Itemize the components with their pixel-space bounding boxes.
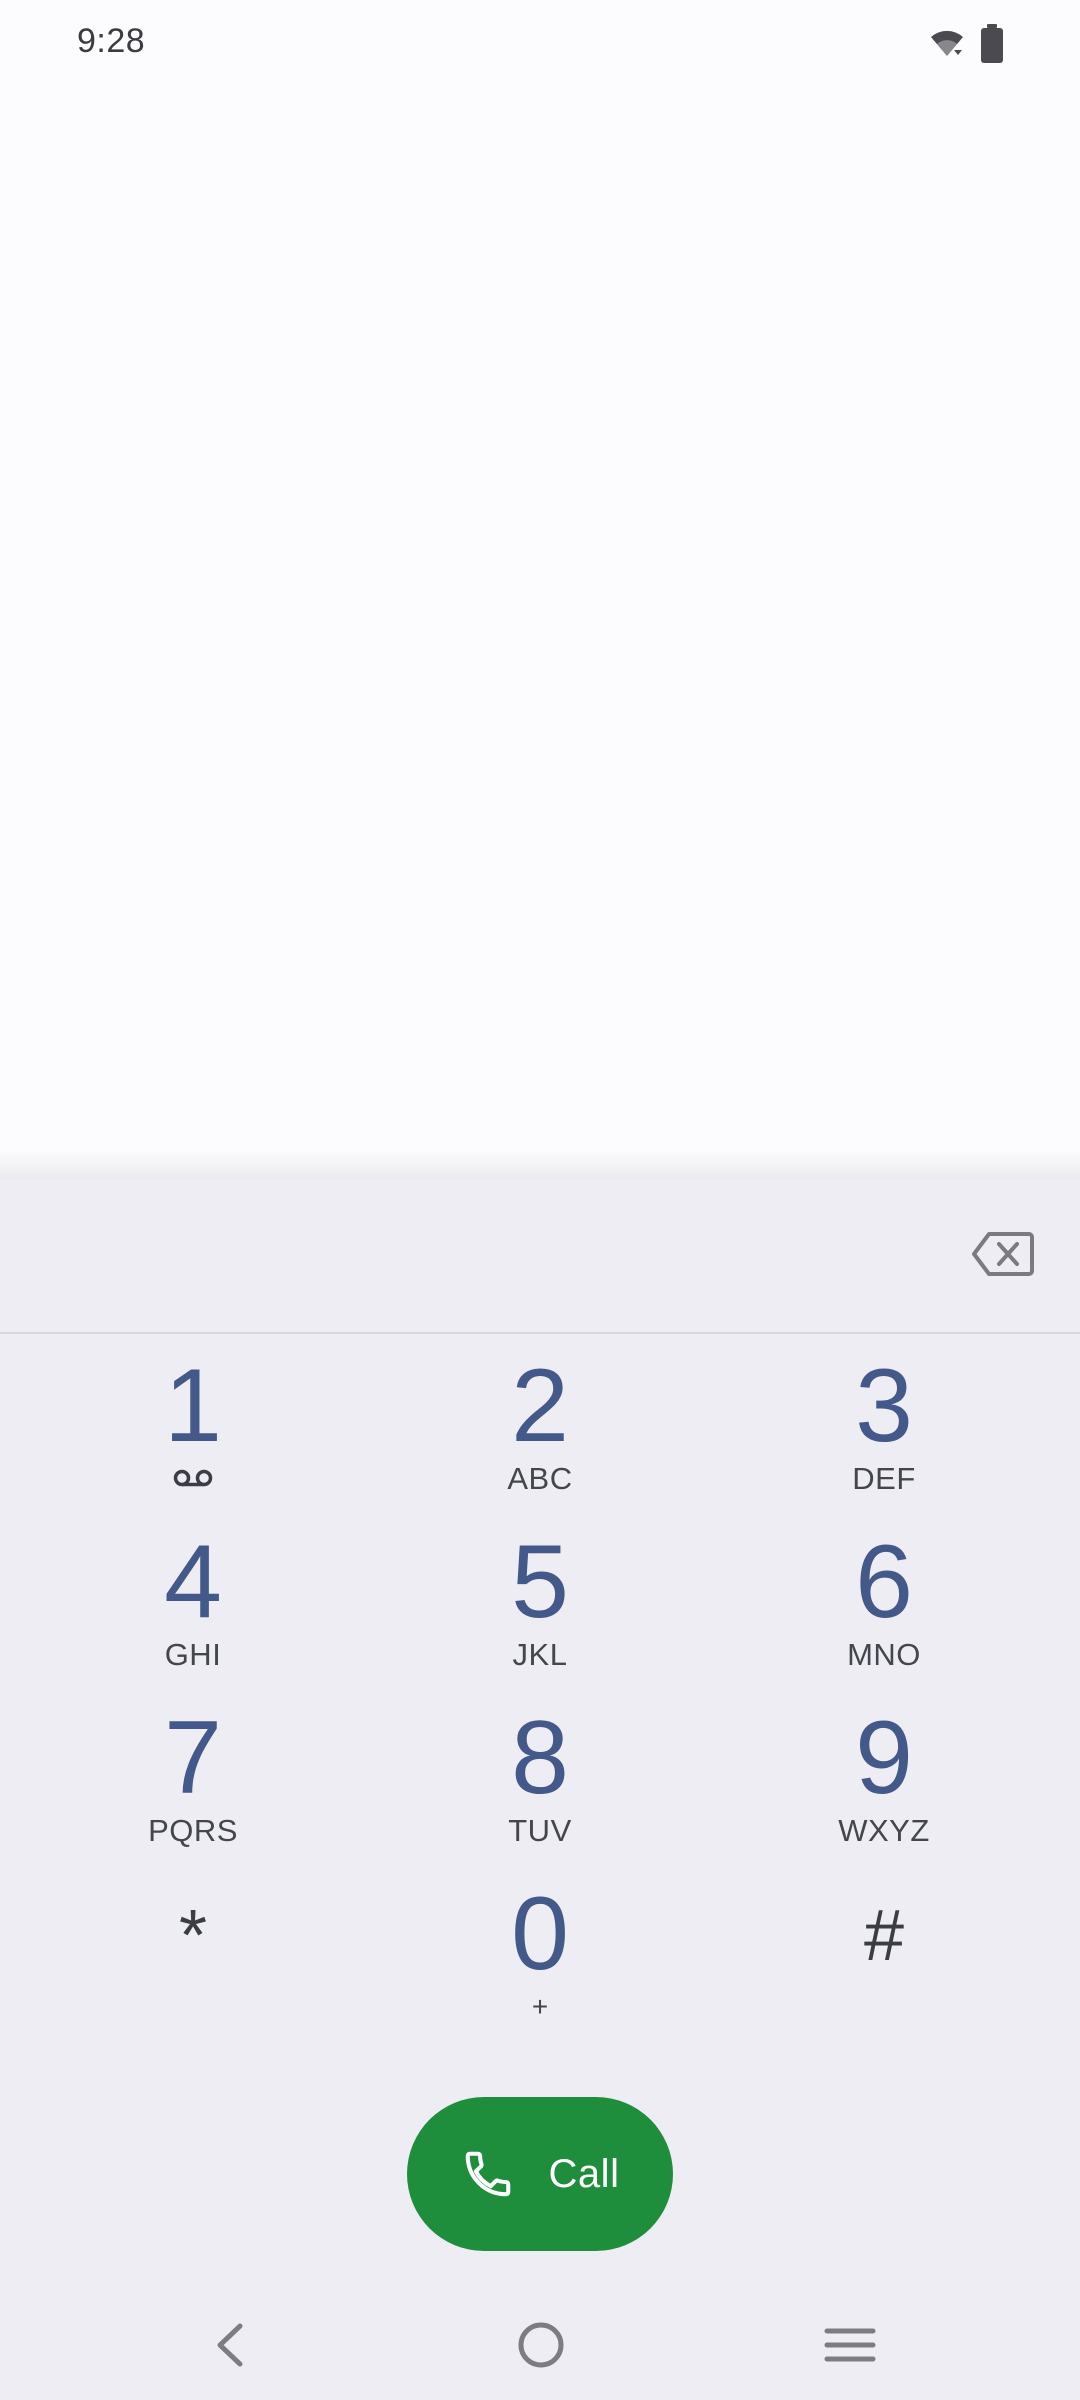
key-digit: 7 <box>164 1700 222 1816</box>
key-digit: 8 <box>511 1700 569 1816</box>
key-digit: # <box>863 1896 905 1976</box>
key-8[interactable]: 8 TUV <box>410 1706 670 1866</box>
backspace-button[interactable] <box>968 1226 1038 1282</box>
key-2[interactable]: 2 ABC <box>410 1354 670 1514</box>
key-digit: 9 <box>855 1700 913 1816</box>
key-6[interactable]: 6 MNO <box>754 1530 1014 1690</box>
key-star[interactable]: * <box>63 1882 323 2042</box>
key-1[interactable]: 1 <box>63 1354 323 1514</box>
key-4[interactable]: 4 GHI <box>63 1530 323 1690</box>
back-icon[interactable] <box>210 2320 250 2370</box>
key-digit: 5 <box>511 1524 569 1640</box>
key-digit: 2 <box>511 1348 569 1464</box>
key-letters: ABC <box>507 1461 573 1496</box>
key-9[interactable]: 9 WXYZ <box>754 1706 1014 1866</box>
voicemail-icon <box>173 1469 213 1487</box>
key-letters: PQRS <box>148 1813 238 1848</box>
key-hash[interactable]: # <box>754 1882 1014 2042</box>
navigation-bar <box>0 2280 1080 2400</box>
key-digit: 4 <box>164 1524 222 1640</box>
call-button[interactable]: Call <box>407 2097 673 2251</box>
key-digit: * <box>178 1896 208 1976</box>
dialer-screen: 9:28 1 2 ABC 3 DEF 4 GHI 5 JKL 6 MNO 7 P… <box>0 0 1080 2400</box>
phone-icon <box>465 2151 510 2197</box>
key-letters: + <box>531 1991 549 2022</box>
keypad: 1 2 ABC 3 DEF 4 GHI 5 JKL 6 MNO 7 PQRS 8… <box>0 1334 1080 2214</box>
key-3[interactable]: 3 DEF <box>754 1354 1014 1514</box>
menu-icon[interactable] <box>824 2325 876 2365</box>
key-letters: TUV <box>508 1813 572 1848</box>
key-letters: JKL <box>512 1637 568 1672</box>
backspace-icon <box>972 1232 1034 1276</box>
key-5[interactable]: 5 JKL <box>410 1530 670 1690</box>
key-letters: MNO <box>847 1637 921 1672</box>
key-7[interactable]: 7 PQRS <box>63 1706 323 1866</box>
key-digit: 6 <box>855 1524 913 1640</box>
key-letters: DEF <box>852 1461 916 1496</box>
dialed-number-field[interactable] <box>0 1180 1080 1334</box>
panel-shadow <box>0 1150 1080 1180</box>
status-bar: 9:28 <box>0 0 1080 90</box>
key-letters: WXYZ <box>838 1813 930 1848</box>
key-digit: 0 <box>511 1876 569 1992</box>
wifi-icon <box>931 30 963 56</box>
battery-icon <box>981 24 1003 63</box>
call-label: Call <box>548 2151 620 2196</box>
status-time: 9:28 <box>77 22 146 60</box>
key-letters: GHI <box>164 1637 222 1672</box>
home-icon[interactable] <box>517 2321 565 2369</box>
key-digit: 1 <box>164 1348 222 1464</box>
key-0[interactable]: 0 + <box>410 1882 670 2042</box>
empty-content-area <box>0 90 1080 1158</box>
key-digit: 3 <box>855 1348 913 1464</box>
